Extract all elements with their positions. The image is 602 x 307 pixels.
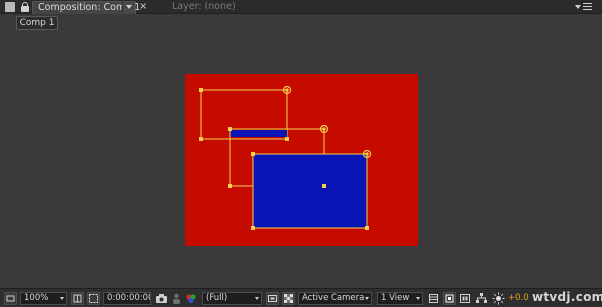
reset-exposure-button[interactable] [492, 292, 505, 305]
resolution-value: (Full) [206, 293, 228, 303]
chevron-down-icon [365, 297, 369, 300]
view-layout-dropdown[interactable]: 1 View [377, 292, 423, 305]
panel-menu-button[interactable] [573, 1, 597, 13]
region-of-interest-button[interactable] [87, 292, 100, 305]
lock-icon[interactable] [20, 2, 30, 12]
panel-grip-icon[interactable] [5, 2, 15, 12]
layer-2-handle[interactable] [228, 127, 232, 131]
3d-draft-button[interactable] [443, 292, 456, 305]
camera-view-value: Active Camera [302, 293, 365, 303]
transparency-grid-button[interactable] [282, 292, 295, 305]
grid-guide-button[interactable] [71, 292, 84, 305]
take-snapshot-button[interactable] [155, 292, 168, 305]
layer-3-handle[interactable] [365, 226, 369, 230]
camera-view-dropdown[interactable]: Active Camera [298, 292, 372, 305]
always-preview-button[interactable] [4, 292, 17, 305]
current-time-field[interactable]: 0:00:00:00 [103, 292, 151, 305]
layer-2-corner-handle-dot [322, 127, 326, 131]
show-channel-button[interactable] [185, 292, 197, 305]
fast-previews-button[interactable] [266, 292, 279, 305]
chevron-down-icon [416, 297, 420, 300]
composition-dropdown[interactable] [122, 1, 135, 13]
timeline-button[interactable] [459, 292, 471, 305]
magnification-value: 100% [24, 293, 49, 303]
comp-navigator: Comp 1 [0, 15, 602, 32]
resolution-dropdown[interactable]: (Full) [202, 292, 262, 305]
chevron-down-icon [575, 5, 581, 9]
flowchart-icon [476, 293, 487, 303]
panel-tab-bar: Composition: Comp 1 × Layer: (none) [0, 0, 602, 14]
view-layout-value: 1 View [381, 293, 410, 303]
toggle-pixel-aspect-button[interactable] [428, 292, 440, 305]
show-snapshot-button[interactable] [171, 292, 182, 305]
layer-2-handle[interactable] [228, 184, 232, 188]
layer-2-handle[interactable] [322, 184, 326, 188]
chevron-down-icon [255, 297, 259, 300]
layer-3-handle[interactable] [251, 226, 255, 230]
layer-1-handle[interactable] [199, 137, 203, 141]
fast-preview-icon [268, 295, 277, 302]
magnification-dropdown[interactable]: 100% [20, 292, 67, 305]
camera-snapshot-icon [156, 294, 167, 303]
preview-icon [6, 295, 15, 302]
composition-canvas[interactable] [0, 32, 602, 288]
composition-viewer[interactable] [0, 32, 602, 288]
exposure-value[interactable]: +0.0 [508, 292, 529, 305]
layer-1-handle[interactable] [199, 88, 203, 92]
comp-flowchart-button[interactable] [475, 292, 488, 305]
layer-tab[interactable]: Layer: (none) [172, 0, 236, 14]
layer-1-corner-handle-dot [285, 88, 289, 92]
chevron-down-icon [60, 297, 64, 300]
transparency-grid-icon [284, 294, 293, 303]
close-tab-button[interactable]: × [139, 0, 147, 13]
comp-breadcrumb-tab[interactable]: Comp 1 [16, 16, 58, 30]
timeline-icon [460, 294, 470, 303]
color-channel-icon [186, 294, 196, 304]
composition-tab[interactable]: Composition: Comp 1 [32, 1, 140, 14]
chevron-down-icon [126, 5, 132, 9]
grid-icon [73, 294, 82, 303]
watermark: wtvdj.com [532, 290, 602, 304]
layer-3-handle[interactable] [251, 152, 255, 156]
pixel-aspect-icon [429, 294, 438, 303]
show-snapshot-icon [173, 293, 180, 304]
reset-exposure-icon [492, 292, 505, 305]
layer-3-solid[interactable] [253, 154, 367, 228]
layer-3-corner-handle-dot [365, 152, 369, 156]
layer-2-visible-fill [230, 130, 287, 137]
menu-icon [583, 3, 592, 10]
region-icon [89, 294, 98, 303]
viewer-toolbar: 100% 0:00:00:00 (Full) Active Camera 1 V… [0, 288, 602, 307]
layer-1-handle[interactable] [285, 137, 289, 141]
draft-3d-icon [445, 294, 454, 303]
